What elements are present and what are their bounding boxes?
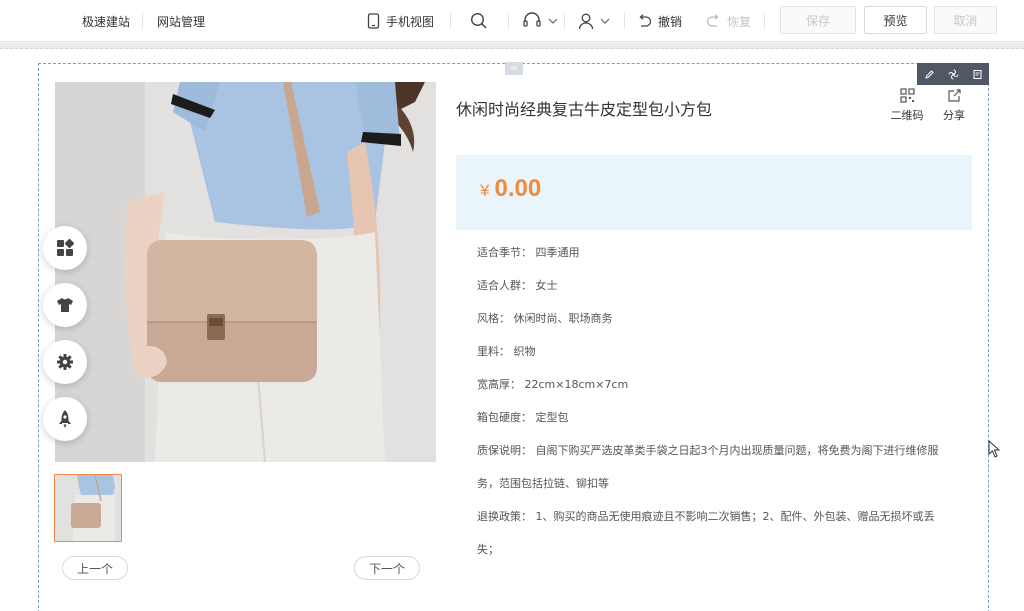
attr-style: 风格： 休闲时尚、职场商务 [477,312,613,325]
modules-icon [56,239,74,257]
redo-icon [706,14,721,28]
divider [508,13,509,29]
warranty-line-1: 质保说明： 自阁下购买严选皮革类手袋之日起3个月内出现质量问题，将免费为阁下进行… [477,444,939,457]
support-dropdown[interactable] [522,0,558,42]
chevron-down-icon [600,18,610,24]
attr-lining: 里料： 织物 [477,345,536,358]
search-icon [470,12,488,30]
mouse-cursor-icon [988,439,1001,462]
settings-button[interactable] [43,340,87,384]
undo-label: 撤销 [658,14,683,29]
nav-quick-build[interactable]: 极速建站 [82,0,130,42]
divider [450,13,451,29]
nav-site-management[interactable]: 网站管理 [157,0,205,42]
qrcode-button[interactable]: 二维码 [887,88,927,123]
redo-label: 恢复 [727,14,752,29]
headset-icon [522,12,542,30]
module-toolbar [917,63,989,85]
theme-shirt-icon [56,297,74,313]
account-dropdown[interactable] [578,0,610,42]
mobile-view-button[interactable]: 手机视图 [367,0,434,42]
price-value: 0.00 [494,175,542,202]
prev-button[interactable]: 上一个 [62,556,128,580]
share-button[interactable]: 分享 [934,88,974,123]
settings-doc-icon[interactable] [972,69,983,80]
search-button[interactable] [470,0,488,42]
currency-symbol: ¥ [480,181,490,200]
cancel-button[interactable]: 取消 [934,6,997,34]
attr-dimensions: 宽高厚： 22cm×18cm×7cm [477,378,629,391]
qrcode-icon [887,88,927,103]
divider [764,13,765,29]
chevron-down-icon [548,18,558,24]
qrcode-label: 二维码 [890,109,924,122]
style-fan-icon[interactable] [948,69,959,80]
publish-button[interactable] [43,397,87,441]
settings-gear-icon [56,353,74,371]
mobile-view-label: 手机视图 [386,14,435,29]
warranty-line-2: 务，范围包括拉链、铆扣等 [477,477,609,490]
rocket-icon [57,409,73,429]
drag-handle[interactable]: = [505,62,523,75]
attr-season: 适合季节： 四季通用 [477,246,580,259]
product-price: ¥0.00 [480,175,541,203]
share-label: 分享 [943,109,965,122]
undo-button[interactable]: 撤销 [637,0,682,42]
next-button[interactable]: 下一个 [354,556,420,580]
preview-button[interactable]: 预览 [864,6,927,34]
attr-hardness: 箱包硬度： 定型包 [477,411,569,424]
return-policy-line-2: 失； [477,543,499,556]
save-button[interactable]: 保存 [780,6,856,34]
share-icon [934,88,974,103]
divider [142,13,143,29]
divider [564,13,565,29]
phone-icon [367,13,380,29]
undo-icon [637,14,652,28]
redo-button[interactable]: 恢复 [706,0,751,42]
return-policy-line-1: 退换政策： 1、购买的商品无使用痕迹且不影响二次销售；2、配件、外包装、赠品无损… [477,510,935,523]
modules-button[interactable] [43,226,87,270]
theme-button[interactable] [43,283,87,327]
product-thumbnail[interactable] [54,474,122,542]
user-icon [578,13,594,30]
top-toolbar: 极速建站 网站管理 手机视图 撤销 恢复 保存 预览 取消 [0,0,1024,42]
product-title: 休闲时尚经典复古牛皮定型包小方包 [456,100,713,119]
edit-pencil-icon[interactable] [924,69,935,80]
product-main-image [55,82,436,462]
divider [624,13,625,29]
attr-audience: 适合人群： 女士 [477,279,558,292]
